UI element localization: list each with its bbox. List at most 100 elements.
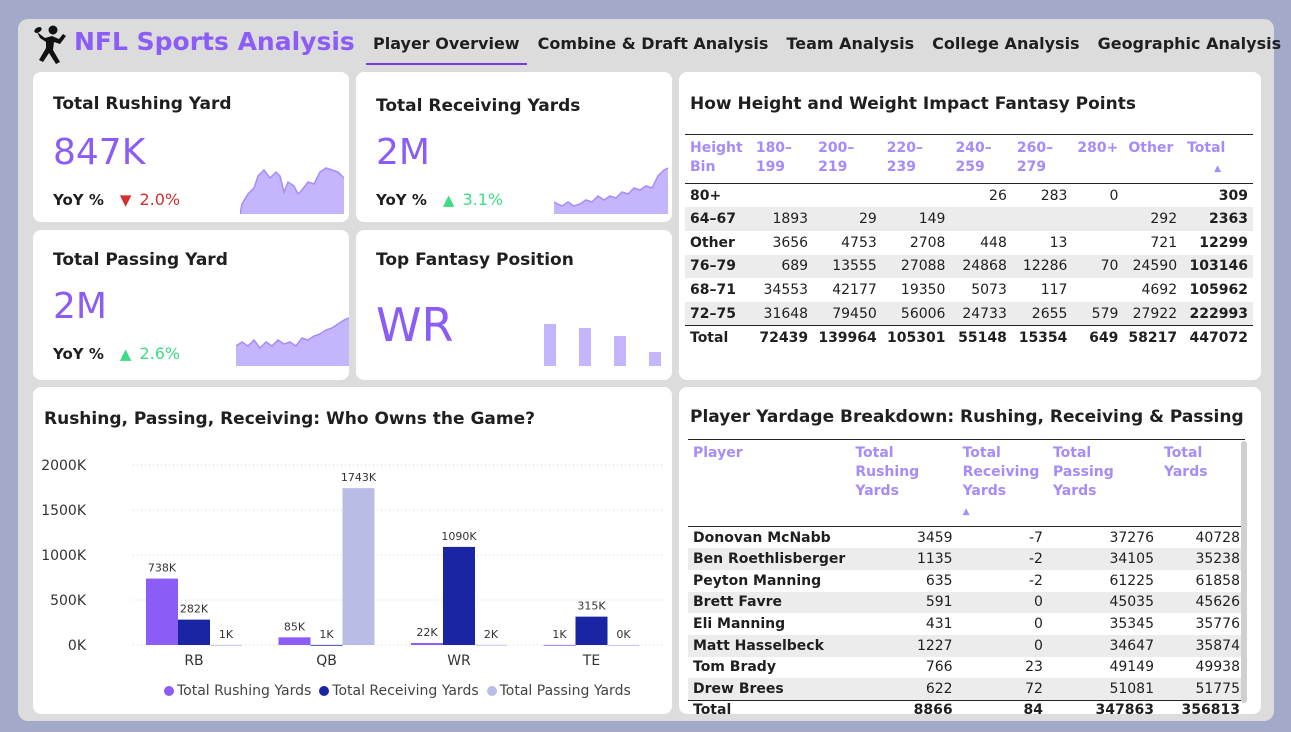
column-header[interactable]: Height Bin (685, 134, 751, 184)
total-cell: Total (688, 699, 851, 714)
data-label: 1743K (341, 471, 377, 484)
table-cell: 49938 (1195, 659, 1240, 676)
row-header: 64–67 (685, 207, 751, 231)
matrix-cell: 24868 (950, 254, 1012, 279)
table-row[interactable]: Drew Brees 622 72 51081 51775 (688, 678, 1245, 700)
yardage-table-card: Player Yardage Breakdown: Rushing, Recei… (679, 387, 1261, 714)
tab-player-overview[interactable]: Player Overview (366, 30, 527, 65)
matrix-cell (1072, 231, 1123, 255)
table-scrollbar[interactable] (1241, 441, 1247, 703)
table-row[interactable]: Tom Brady 766 23 49149 49938 (688, 657, 1245, 679)
column-header[interactable]: 260–279 (1011, 134, 1073, 184)
row-total: 103146 (1182, 254, 1253, 279)
bar[interactable] (342, 488, 375, 645)
legend-item-receiving[interactable]: Total Receiving Yards (319, 683, 479, 699)
table-row[interactable]: Peyton Manning 635 -2 61225 61858 (688, 570, 1245, 592)
column-header[interactable]: Player (688, 439, 851, 527)
legend-label: Total Rushing Yards (177, 683, 312, 699)
matrix-cell: 27088 (881, 254, 951, 279)
matrix-cell (1072, 207, 1124, 231)
column-header[interactable]: 200–219 (813, 134, 882, 184)
matrix-cell: 117 (1040, 282, 1068, 299)
matrix-cell: 24733 (950, 301, 1012, 326)
x-tick-label: QB (316, 653, 337, 669)
legend-label: Total Receiving Yards (332, 683, 479, 699)
total-cell: 356813 (1159, 699, 1245, 714)
tab-geographic-analysis[interactable]: Geographic Analysis (1091, 30, 1289, 65)
table-cell: 72 (957, 678, 1048, 700)
kpi-title: Total Receiving Yards (376, 96, 581, 116)
column-header[interactable]: 220–239 (881, 134, 951, 184)
column-header[interactable]: 180–199 (750, 134, 814, 184)
total-cell: 72439 (750, 325, 814, 350)
bar[interactable] (178, 619, 210, 645)
matrix-row[interactable]: 72–75 31648 79450 56006 24733 2655 579 27922 222… (685, 301, 1253, 326)
app-title: NFL Sports Analysis (74, 27, 355, 56)
matrix-cell: 70 (1072, 254, 1124, 279)
bar[interactable] (146, 578, 178, 645)
row-total: 222993 (1182, 301, 1253, 326)
data-label: 1K (319, 628, 334, 641)
bar[interactable] (210, 644, 242, 646)
bar-chart-card: Rushing, Passing, Receiving: Who Owns th… (33, 387, 672, 714)
table-row[interactable]: Ben Roethlisberger 1135 -2 34105 35238 (688, 548, 1245, 570)
fantasy-matrix-card: How Height and Weight Impact Fantasy Poi… (679, 72, 1261, 380)
matrix-cell: 42177 (832, 282, 877, 299)
bar[interactable] (411, 643, 443, 645)
tab-college-analysis[interactable]: College Analysis (925, 30, 1086, 65)
column-header-label: Total (1187, 140, 1226, 156)
matrix-cell: 448 (980, 234, 1007, 251)
table-row[interactable]: Donovan McNabb 3459 -7 37276 40728 (688, 527, 1245, 549)
tab-team-analysis[interactable]: Team Analysis (779, 30, 921, 65)
column-header[interactable]: Total Receiving Yards ▲ (957, 439, 1048, 527)
bar[interactable] (543, 644, 576, 646)
column-header[interactable]: Other (1123, 134, 1183, 184)
matrix-cell: 19350 (900, 282, 946, 299)
bar[interactable] (607, 645, 640, 646)
matrix-cell: 2708 (909, 234, 946, 251)
player-name: Matt Hasselbeck (688, 634, 851, 657)
sort-ascending-icon: ▲ (962, 507, 970, 517)
matrix-row[interactable]: 80+ 26 283 0 309 (685, 184, 1253, 208)
bar[interactable] (310, 644, 343, 646)
table-row[interactable]: Brett Favre 591 0 45035 45626 (688, 591, 1245, 614)
matrix-cell (1072, 278, 1123, 302)
column-header[interactable]: 280+ (1072, 134, 1124, 184)
kpi-value: WR (376, 298, 454, 352)
matrix-cell (751, 184, 813, 208)
column-header[interactable]: Total Passing Yards (1047, 439, 1159, 527)
bar[interactable] (443, 546, 475, 645)
matrix-cell: 292 (1123, 207, 1183, 231)
kpi-title: Total Rushing Yard (53, 94, 232, 114)
legend-label: Total Passing Yards (499, 683, 631, 699)
matrix-row[interactable]: 64–67 1893 29 149 292 2363 (685, 207, 1253, 231)
total-cell: 347863 (1047, 699, 1159, 714)
matrix-title: How Height and Weight Impact Fantasy Poi… (690, 94, 1136, 114)
legend-item-rushing[interactable]: Total Rushing Yards (164, 683, 311, 699)
bar[interactable] (278, 637, 311, 645)
tab-combine-draft-analysis[interactable]: Combine & Draft Analysis (531, 30, 776, 65)
column-header[interactable]: 240–259 (950, 134, 1012, 184)
table-cell: 51081 (1047, 678, 1159, 700)
matrix-cell: 689 (750, 254, 814, 279)
bar[interactable] (475, 644, 507, 646)
matrix-row[interactable]: 68–71 34553 42177 19350 5073 117 4692 105962 (685, 278, 1253, 302)
table-cell: 635 (925, 572, 953, 589)
matrix-cell (813, 184, 882, 208)
matrix-row[interactable]: Other 3656 4753 2708 448 13 721 12299 (685, 231, 1253, 255)
table-cell: 34647 (1047, 634, 1159, 657)
column-header[interactable]: Total Yards (1159, 439, 1245, 527)
table-row[interactable]: Matt Hasselbeck 1227 0 34647 35874 (688, 634, 1245, 657)
bar[interactable] (575, 616, 608, 645)
matrix-cell: 27922 (1123, 301, 1183, 326)
matrix-row[interactable]: 76–79 689 13555 27088 24868 12286 70 24590 10314… (685, 254, 1253, 279)
kpi-yoy: YoY % ▼ 2.0% (53, 190, 180, 209)
column-header[interactable]: Total Rushing Yards (850, 439, 958, 527)
column-header-total[interactable]: Total ▲ (1182, 134, 1253, 184)
legend-item-passing[interactable]: Total Passing Yards (486, 683, 631, 699)
table-row[interactable]: Eli Manning 431 0 35345 35776 (688, 613, 1245, 635)
total-cell: 649 (1072, 325, 1124, 350)
total-cell: 105301 (881, 325, 951, 350)
data-label: 85K (284, 620, 306, 633)
player-name: Brett Favre (688, 591, 851, 614)
